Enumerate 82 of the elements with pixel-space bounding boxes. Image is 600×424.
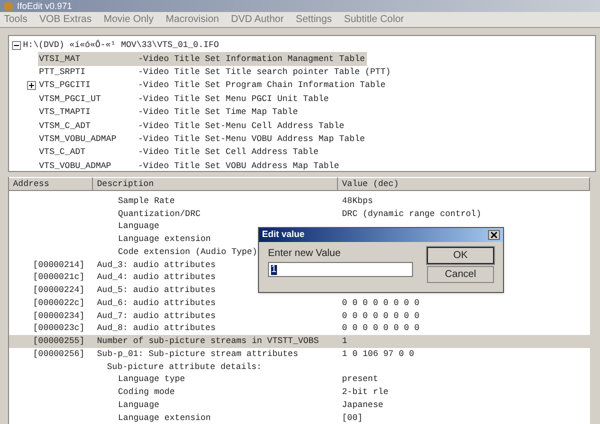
value-cell: Japanese xyxy=(342,400,384,410)
value-cell: 0 0 0 0 0 0 0 0 xyxy=(342,298,420,308)
tree-item[interactable]: VTSM_PGCI_UT -Video Title Set Menu PGCI Unit Table xyxy=(38,92,331,106)
table-row[interactable]: [00000255] Number of sub-picture streams in VTSTT_VOBS 1 xyxy=(9,335,590,348)
close-icon xyxy=(491,232,497,238)
tree-item[interactable]: VTSM_VOBU_ADMAP -Video Title Set-Menu VOBU Address Map Table xyxy=(38,132,367,146)
description-cell: Code extension (Audio Type) xyxy=(118,246,258,257)
value-field[interactable]: 1 xyxy=(268,262,413,277)
tree-item-name: PTT_SRPTI xyxy=(38,66,86,79)
tree-item-description: -Video Title Set VOBU Address Map Table xyxy=(138,160,340,171)
tree-item[interactable]: VTSM_C_ADT -Video Title Set-Menu Cell Address Table xyxy=(38,119,346,133)
tree-item-name: VTSI_MAT xyxy=(38,52,82,66)
description-cell: Coding mode xyxy=(118,387,175,398)
tree-item-name: VTS_C_ADT xyxy=(38,146,86,160)
value-cell: 2-bit rle xyxy=(342,387,388,398)
tree-item-description: -Video Title Set Cell Address Table xyxy=(138,146,318,160)
address-cell: [0000023c] xyxy=(33,323,85,334)
address-cell: [0000022c] xyxy=(33,298,85,308)
address-cell: [00000255] xyxy=(33,336,85,346)
tree-item[interactable]: VTS_PGCITI -Video Title Set Program Chain Information Table xyxy=(38,79,388,93)
tree-item-description: -Video Title Set Program Chain Information Table xyxy=(138,79,386,92)
tree-item[interactable]: VTS_TMAPTI -Video Title Set Time Map Table xyxy=(38,106,300,120)
description-cell: Language extension xyxy=(118,234,211,244)
field-label: Enter new Value xyxy=(268,249,342,259)
value-cell: 0 0 0 0 0 0 0 0 xyxy=(342,310,420,321)
description-cell: Aud_5: audio attributes xyxy=(97,285,216,296)
column-header[interactable]: Address xyxy=(9,177,93,191)
description-cell: Sub-picture attribute details: xyxy=(107,362,262,372)
address-cell: [00000256] xyxy=(33,348,85,359)
tree-item-name: VTS_PGCITI xyxy=(38,79,92,92)
menu-item[interactable]: Movie Only xyxy=(104,12,154,27)
tree-item-description: -Video Title Set-Menu Cell Address Table xyxy=(138,120,344,132)
description-cell: Sample Rate xyxy=(118,196,175,206)
value-cell: present xyxy=(342,374,378,384)
expand-icon[interactable] xyxy=(27,81,36,90)
tree-item-description: -Video Title Set Menu PGCI Unit Table xyxy=(138,92,329,106)
tree-item-name: VTSM_PGCI_UT xyxy=(38,92,102,106)
address-cell: [00000214] xyxy=(33,260,85,270)
tree-root-label[interactable]: H:\(DVD) «í«ó«Ô-«¹ MOV\33\VTS_01_0.IFO xyxy=(23,39,219,52)
tree-item-description: -Video Title Set-Menu VOBU Address Map Table xyxy=(138,132,365,146)
description-cell: Aud_3: audio attributes xyxy=(97,260,216,270)
description-cell: Language type xyxy=(118,374,186,384)
column-header[interactable]: Description xyxy=(93,177,338,191)
tree-item-name: VTSM_C_ADT xyxy=(38,120,92,132)
value-cell: DRC (dynamic range control) xyxy=(342,208,482,219)
dialog-title: Edit value xyxy=(262,228,305,242)
collapse-icon[interactable] xyxy=(12,41,21,50)
cancel-button[interactable]: Cancel xyxy=(427,266,494,283)
tree-item[interactable]: VTS_VOBU_ADMAP -Video Title Set VOBU Address Map Table xyxy=(38,160,342,171)
menu-item[interactable]: Subtitle Color xyxy=(344,12,404,27)
description-cell: Number of sub-picture streams in VTSTT_VOBS xyxy=(97,336,319,346)
tree-item-description: -Video Title Set Time Map Table xyxy=(138,106,298,120)
description-cell: Language xyxy=(118,400,160,410)
description-cell: Aud_7: audio attributes xyxy=(97,310,216,321)
value-cell: [00] xyxy=(342,412,363,423)
address-cell: [00000224] xyxy=(33,285,85,296)
address-cell: [00000234] xyxy=(33,310,85,321)
ok-button[interactable]: OK xyxy=(427,247,494,264)
tree-item[interactable]: PTT_SRPTI -Video Title Set Title search pointer Table (PTT) xyxy=(38,66,393,80)
app-icon xyxy=(4,2,13,10)
value-cell: 48Kbps xyxy=(342,196,373,206)
description-cell: Sub-p_01: Sub-picture stream attributes xyxy=(97,348,298,359)
close-button[interactable] xyxy=(488,230,500,240)
description-cell: Language xyxy=(118,221,160,232)
value-cell: 0 0 0 0 0 0 0 0 xyxy=(342,323,420,334)
value-cell: 1 xyxy=(342,336,348,346)
tree-item-name: VTSM_VOBU_ADMAP xyxy=(38,132,118,146)
column-header[interactable]: Value (dec) xyxy=(338,177,590,191)
tree-item[interactable]: VTS_C_ADT -Video Title Set Cell Address Table xyxy=(38,146,320,160)
value-cell: 1 0 106 97 0 0 xyxy=(342,348,414,359)
tree-item-name: VTS_VOBU_ADMAP xyxy=(38,160,112,171)
description-cell: Aud_4: audio attributes xyxy=(97,272,216,282)
description-cell: Language extension xyxy=(118,412,211,423)
tree-item[interactable]: VTSI_MAT -Video Title Set Information Managment Table xyxy=(38,52,367,66)
description-cell: Aud_8: audio attributes xyxy=(97,323,216,334)
tree-item-description: -Video Title Set Information Managment Table xyxy=(138,52,365,66)
tree-item-name: VTS_TMAPTI xyxy=(38,106,92,120)
tree-item-description: -Video Title Set Title search pointer Table (PTT) xyxy=(138,66,391,79)
address-cell: [0000021c] xyxy=(33,272,85,282)
description-cell: Aud_6: audio attributes xyxy=(97,298,216,308)
description-cell: Quantization/DRC xyxy=(118,208,201,219)
window-title: IfoEdit v0.971 xyxy=(17,2,72,10)
